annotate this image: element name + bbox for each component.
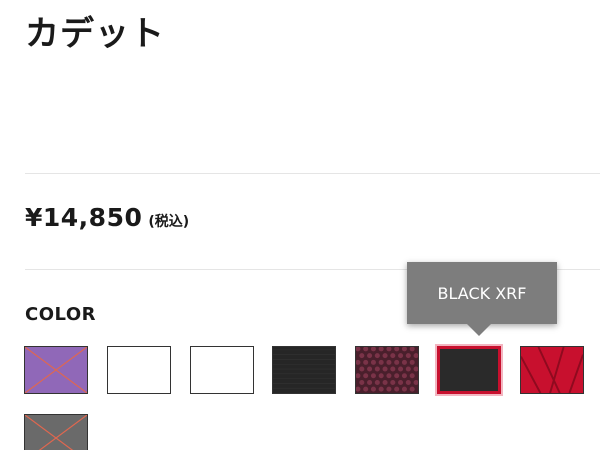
swatch-graphic [108, 347, 170, 393]
swatch-graphic [25, 415, 87, 450]
swatch-graphic [273, 349, 335, 389]
product-price: ¥14,850 [25, 203, 143, 232]
color-tooltip: BLACK XRF [407, 262, 557, 324]
unavailable-cross-line [25, 415, 74, 450]
color-swatch[interactable] [355, 346, 419, 394]
swatch-graphic [521, 347, 583, 393]
color-swatch[interactable] [190, 346, 254, 394]
swatch-graphic [191, 347, 253, 393]
color-swatch[interactable] [272, 346, 336, 394]
tooltip-text: BLACK XRF [437, 283, 527, 303]
product-detail-page: カデット ¥14,850 (税込) COLOR BLACK XRF [0, 0, 600, 450]
unavailable-cross-line [38, 415, 87, 450]
color-swatch[interactable] [437, 346, 501, 394]
tax-note: (税込) [148, 214, 190, 230]
color-swatch[interactable] [24, 414, 88, 450]
price-row: ¥14,850 (税込) [25, 203, 189, 232]
tooltip-arrow [467, 324, 491, 336]
product-title: カデット [25, 14, 165, 54]
color-swatch[interactable] [107, 346, 171, 394]
color-section-label: COLOR [25, 304, 97, 325]
swatch-graphic [356, 347, 418, 392]
color-swatch[interactable] [24, 346, 88, 394]
divider [25, 173, 600, 174]
swatch-graphic [25, 347, 87, 393]
color-swatch[interactable] [520, 346, 584, 394]
swatch-graphic [440, 349, 498, 391]
